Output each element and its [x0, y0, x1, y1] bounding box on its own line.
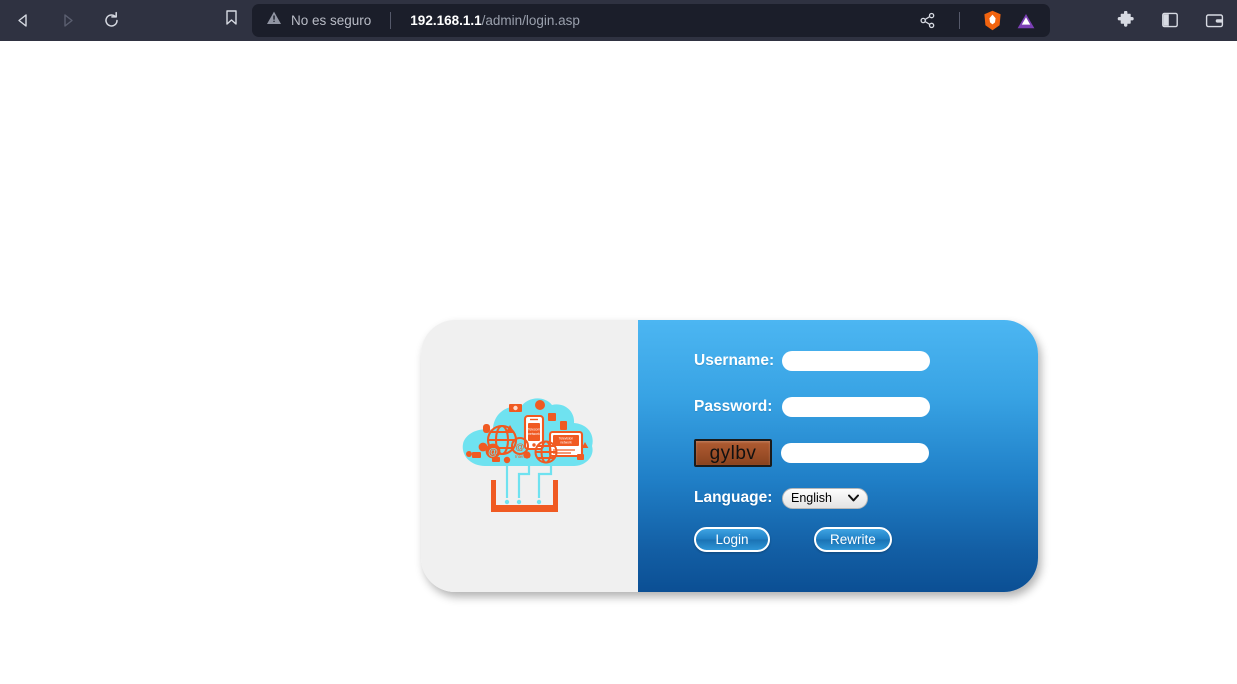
puzzle-piece-icon[interactable] — [1112, 5, 1140, 35]
browser-toolbar: No es seguro 192.168.1.1/admin/login.asp — [0, 0, 1237, 41]
url-text: 192.168.1.1/admin/login.asp — [410, 13, 580, 28]
language-select-wrapper: English — [782, 488, 868, 509]
address-bar-actions — [915, 9, 1038, 33]
svg-text:network: network — [528, 432, 540, 436]
username-label: Username: — [694, 352, 782, 370]
bookmark-icon — [224, 9, 239, 31]
navigation-buttons — [8, 6, 126, 36]
url-path: /admin/login.asp — [482, 13, 580, 28]
language-label: Language: — [694, 489, 782, 507]
forward-button[interactable] — [52, 6, 82, 36]
username-input[interactable] — [782, 351, 930, 371]
sidebar-panel-icon[interactable] — [1156, 5, 1184, 35]
warning-triangle-icon[interactable] — [266, 10, 282, 31]
back-button[interactable] — [8, 6, 38, 36]
wallet-icon[interactable] — [1200, 5, 1228, 35]
reload-icon — [102, 11, 121, 30]
back-arrow-icon — [15, 12, 32, 29]
rewrite-button[interactable]: Rewrite — [814, 527, 892, 552]
brave-lion-icon[interactable] — [980, 9, 1004, 33]
reload-button[interactable] — [96, 6, 126, 36]
password-row: Password: — [694, 392, 1004, 422]
router-login-card: @ Internet Telecom network @ — [421, 320, 1038, 592]
language-row: Language: English — [694, 483, 1004, 513]
captcha-image[interactable]: gylbv — [694, 439, 772, 467]
captcha-row: gylbv — [694, 438, 1004, 468]
form-buttons: Login Rewrite — [694, 527, 1004, 552]
address-bar[interactable]: No es seguro 192.168.1.1/admin/login.asp — [252, 4, 1050, 37]
share-icon[interactable] — [915, 9, 939, 33]
login-form: Username: Password: gylbv Language: — [694, 346, 1004, 552]
captcha-image-text: gylbv — [710, 444, 757, 463]
language-select[interactable]: English — [782, 488, 868, 509]
cloud-network-illustration: @ Internet Telecom network @ — [447, 392, 612, 520]
svg-text:@: @ — [488, 447, 498, 458]
svg-text:Telecom: Telecom — [528, 428, 541, 432]
password-input[interactable] — [782, 397, 930, 417]
login-button[interactable]: Login — [694, 527, 770, 552]
forward-arrow-icon — [59, 12, 76, 29]
login-form-panel: Username: Password: gylbv Language: — [638, 320, 1038, 592]
url-host: 192.168.1.1 — [410, 13, 481, 28]
triangle-shield-icon[interactable] — [1014, 9, 1038, 33]
page-viewport: @ Internet Telecom network @ — [0, 41, 1237, 684]
bookmark-button[interactable] — [216, 5, 246, 35]
svg-text:network: network — [560, 441, 572, 445]
username-row: Username: — [694, 346, 1004, 376]
actions-divider — [959, 12, 960, 29]
address-divider — [390, 12, 391, 29]
captcha-input[interactable] — [781, 443, 929, 463]
illustration-panel: @ Internet Telecom network @ — [421, 320, 638, 592]
password-label: Password: — [694, 398, 782, 416]
browser-action-icons — [1112, 5, 1228, 35]
svg-text:@: @ — [515, 442, 524, 452]
address-bar-content: No es seguro 192.168.1.1/admin/login.asp — [266, 10, 580, 31]
security-status-text: No es seguro — [291, 13, 371, 28]
